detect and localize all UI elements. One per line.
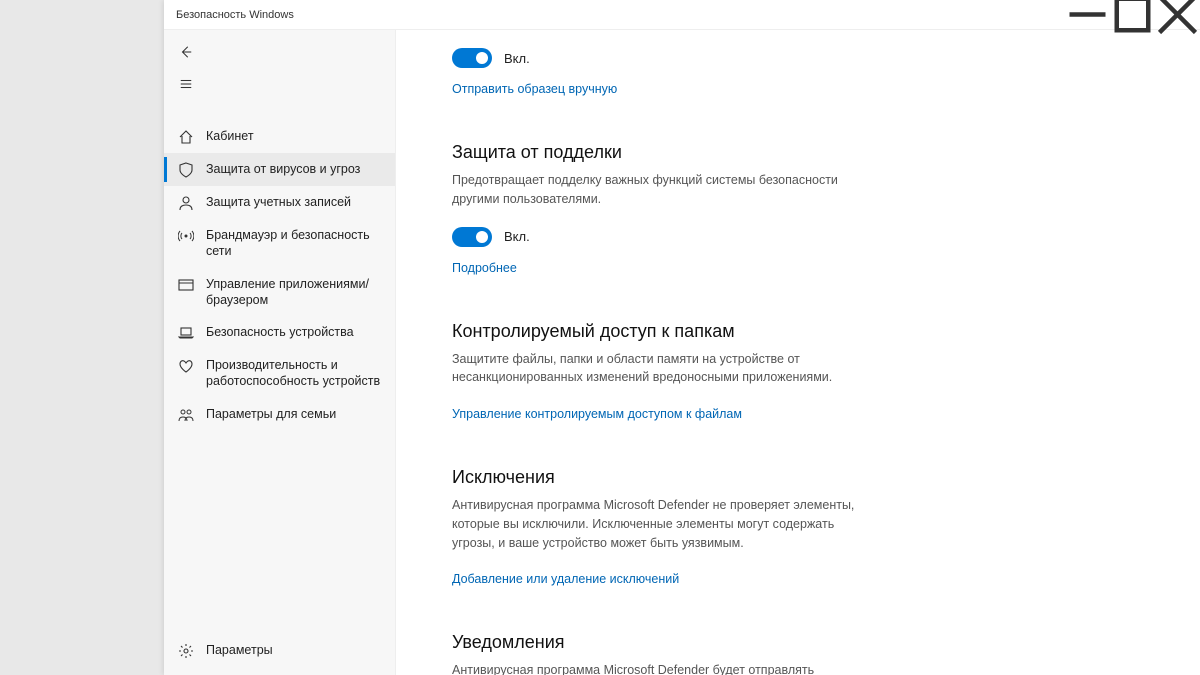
sidebar-item-firewall[interactable]: Брандмауэр и безопасность сети	[164, 219, 395, 268]
security-window: Безопасность Windows	[164, 0, 1200, 675]
sidebar-item-appbrowser[interactable]: Управление приложениями/браузером	[164, 268, 395, 317]
back-button[interactable]	[166, 36, 206, 68]
toggle-label: Вкл.	[504, 51, 530, 66]
folders-title: Контролируемый доступ к папкам	[452, 321, 872, 342]
close-button[interactable]	[1155, 0, 1200, 30]
sidebar-item-home[interactable]: Кабинет	[164, 120, 395, 153]
folders-manage-link[interactable]: Управление контролируемым доступом к фай…	[452, 407, 742, 421]
minimize-button[interactable]	[1065, 0, 1110, 30]
sidebar-item-performance[interactable]: Производительность и работоспособность у…	[164, 349, 395, 398]
submit-sample-link[interactable]: Отправить образец вручную	[452, 82, 617, 96]
tamper-toggle[interactable]	[452, 227, 492, 247]
titlebar: Безопасность Windows	[164, 0, 1200, 30]
sidebar-item-label: Управление приложениями/браузером	[206, 276, 383, 309]
tamper-desc: Предотвращает подделку важных функций си…	[452, 171, 872, 209]
shield-icon	[178, 162, 194, 178]
notifications-title: Уведомления	[452, 632, 872, 653]
toggle-label: Вкл.	[504, 229, 530, 244]
sidebar-item-settings[interactable]: Параметры	[164, 634, 395, 667]
maximize-button[interactable]	[1110, 0, 1155, 30]
exclusions-desc: Антивирусная программа Microsoft Defende…	[452, 496, 872, 552]
exclusions-title: Исключения	[452, 467, 872, 488]
sidebar-item-label: Производительность и работоспособность у…	[206, 357, 383, 390]
window-title: Безопасность Windows	[176, 9, 1065, 21]
family-icon	[178, 407, 194, 423]
tamper-title: Защита от подделки	[452, 142, 872, 163]
home-icon	[178, 129, 194, 145]
person-icon	[178, 195, 194, 211]
antenna-icon	[178, 228, 194, 244]
sidebar-item-virus[interactable]: Защита от вирусов и угроз	[164, 153, 395, 186]
content-area: Вкл. Отправить образец вручную Защита от…	[396, 30, 1200, 675]
sidebar-item-label: Параметры	[206, 642, 273, 658]
laptop-icon	[178, 325, 194, 341]
folders-desc: Защитите файлы, папки и области памяти н…	[452, 350, 872, 388]
window-controls	[1065, 0, 1200, 30]
heart-icon	[178, 358, 194, 374]
sidebar-item-label: Параметры для семьи	[206, 406, 336, 422]
exclusions-manage-link[interactable]: Добавление или удаление исключений	[452, 572, 679, 586]
sidebar-item-device[interactable]: Безопасность устройства	[164, 316, 395, 349]
sidebar-item-family[interactable]: Параметры для семьи	[164, 398, 395, 431]
sidebar-item-label: Защита от вирусов и угроз	[206, 161, 360, 177]
auto-sample-toggle[interactable]	[452, 48, 492, 68]
sidebar-item-account[interactable]: Защита учетных записей	[164, 186, 395, 219]
gear-icon	[178, 643, 194, 659]
sidebar-item-label: Защита учетных записей	[206, 194, 351, 210]
tamper-more-link[interactable]: Подробнее	[452, 261, 517, 275]
sidebar-item-label: Брандмауэр и безопасность сети	[206, 227, 383, 260]
sidebar: Кабинет Защита от вирусов и угроз Защита…	[164, 30, 396, 675]
browser-icon	[178, 277, 194, 293]
sidebar-item-label: Безопасность устройства	[206, 324, 354, 340]
sidebar-item-label: Кабинет	[206, 128, 254, 144]
hamburger-button[interactable]	[166, 68, 206, 100]
notifications-desc: Антивирусная программа Microsoft Defende…	[452, 661, 872, 675]
